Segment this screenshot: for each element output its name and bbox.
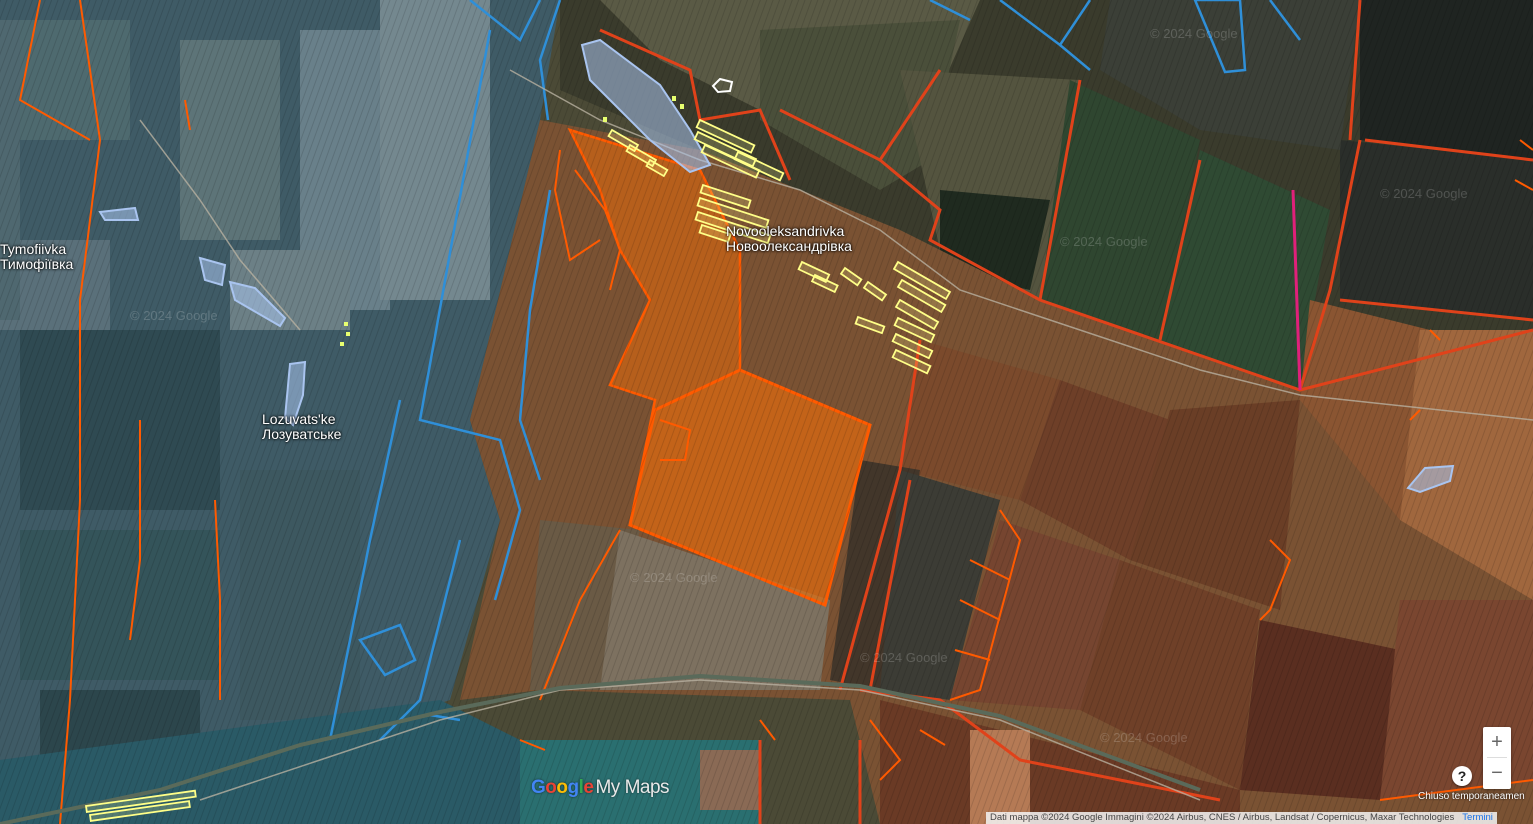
satellite-map[interactable]: © 2024 Google © 2024 Google © 2024 Googl… xyxy=(0,0,1533,824)
place-label-cyrillic: Тимофіївка xyxy=(0,256,74,272)
svg-text:© 2024 Google: © 2024 Google xyxy=(630,570,718,585)
svg-text:© 2024 Google: © 2024 Google xyxy=(1380,186,1468,201)
question-mark-icon: ? xyxy=(1457,768,1467,784)
place-label-lozuvatske: Lozuvats'ke Лозуватське xyxy=(262,412,341,442)
place-label-novooleksandrivka: Novooleksandrivka Новоолександрівка xyxy=(726,224,852,254)
place-label-latin: Novooleksandrivka xyxy=(726,223,845,239)
place-label-cyrillic: Лозуватське xyxy=(262,426,342,442)
google-mymaps-logo: Google My Maps xyxy=(531,777,670,798)
zoom-control: + − xyxy=(1483,727,1511,789)
zoom-out-button[interactable]: − xyxy=(1483,758,1511,788)
svg-text:© 2024 Google: © 2024 Google xyxy=(1100,730,1188,745)
attribution-text: Dati mappa ©2024 Google Immagini ©2024 A… xyxy=(990,812,1455,823)
map-attribution: Dati mappa ©2024 Google Immagini ©2024 A… xyxy=(986,812,1497,824)
place-label-cyrillic: Новоолександрівка xyxy=(726,238,852,254)
place-label-tymofiivka: Tymofiivka Тимофіївка xyxy=(0,242,73,272)
svg-text:© 2024 Google: © 2024 Google xyxy=(1150,26,1238,41)
svg-text:© 2024 Google: © 2024 Google xyxy=(860,650,948,665)
plus-icon: + xyxy=(1491,730,1503,753)
minus-icon: − xyxy=(1491,761,1503,784)
closed-note: Chiuso temporaneamen xyxy=(1418,791,1525,802)
terms-link[interactable]: Termini xyxy=(1462,812,1493,823)
place-label-latin: Tymofiivka xyxy=(0,241,67,257)
help-button[interactable]: ? xyxy=(1452,766,1472,786)
svg-text:© 2024 Google: © 2024 Google xyxy=(130,308,218,323)
place-label-latin: Lozuvats'ke xyxy=(262,411,336,427)
zoom-in-button[interactable]: + xyxy=(1483,727,1511,757)
svg-text:© 2024 Google: © 2024 Google xyxy=(1060,234,1148,249)
